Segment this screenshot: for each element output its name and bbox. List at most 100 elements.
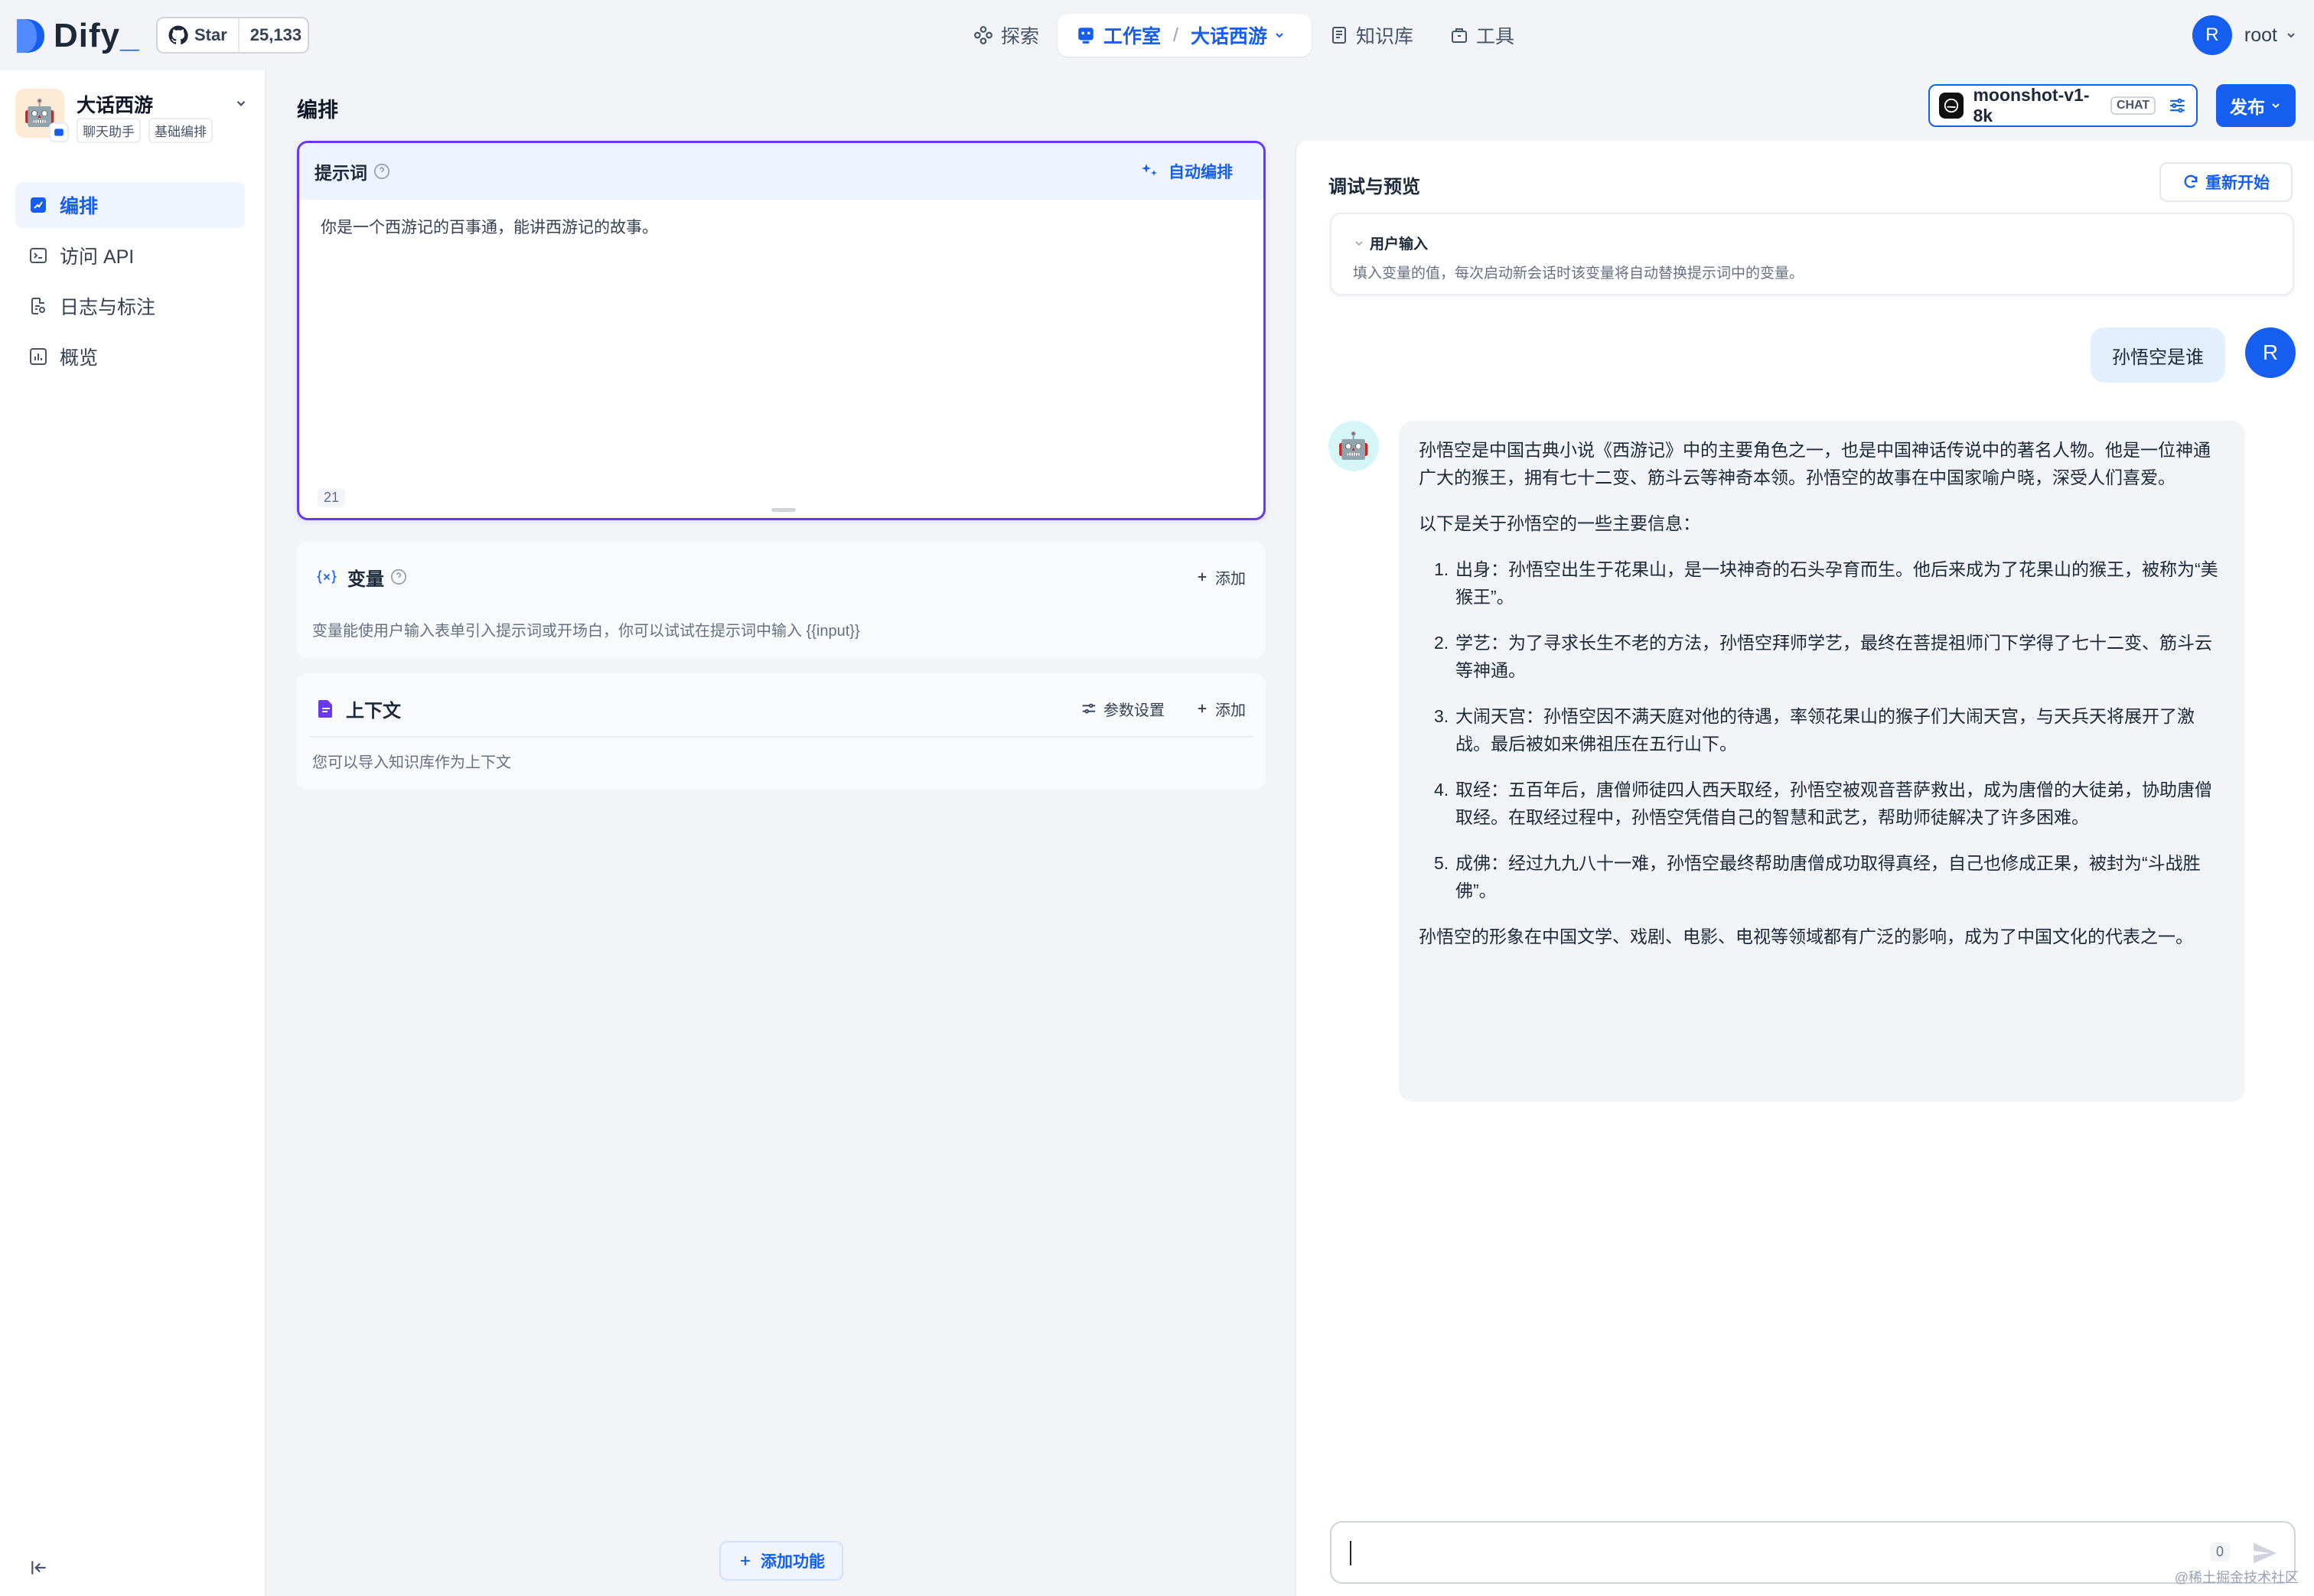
- variable-icon: [317, 570, 337, 584]
- studio-icon: [1078, 28, 1093, 44]
- variables-section: 变量 添加 变量能使用户输入表单引入提示词或开场白，你可以试试在提示词中输入 {…: [297, 542, 1266, 658]
- sliders-icon[interactable]: [2168, 96, 2187, 116]
- nav-explore[interactable]: 探索: [955, 14, 1058, 57]
- add-variable-label: 添加: [1215, 570, 1246, 588]
- sidebar-item-logs[interactable]: 日志与标注: [15, 283, 245, 329]
- settings-sliders-icon: [1082, 703, 1096, 714]
- sidebar-item-overview[interactable]: 概览: [15, 334, 245, 379]
- auto-orchestrate-label: 自动编排: [1168, 164, 1233, 181]
- nav-knowledge[interactable]: 知识库: [1312, 14, 1432, 57]
- nav-explore-label: 探索: [1001, 26, 1040, 47]
- prompt-char-count: 21: [318, 488, 346, 507]
- compass-icon: [974, 26, 992, 44]
- chevron-down-icon[interactable]: [234, 96, 248, 110]
- sidebar-menu: 编排 访问 API 日志与标注 概览: [15, 182, 245, 384]
- app-tags: 聊天助手 基础编排: [77, 118, 220, 143]
- restart-button[interactable]: 重新开始: [2159, 162, 2293, 202]
- prompt-editor-card: 提示词 自动编排 你是一个西游记的百事通，能讲西游记的故事。 21: [297, 141, 1266, 520]
- context-label: 上下文: [346, 700, 401, 721]
- add-feature-label: 添加功能: [761, 1553, 825, 1571]
- sidebar-item-label: 概览: [60, 347, 99, 369]
- answer-list: 1. 出身：孙悟空出生于花果山，是一块神奇的石头孕育而生。他后来成为了花果山的猴王…: [1419, 555, 2225, 904]
- model-mode-badge: CHAT: [2110, 96, 2156, 115]
- add-feature-button[interactable]: 添加功能: [719, 1541, 843, 1581]
- user-avatar[interactable]: R: [2192, 15, 2232, 55]
- sidebar-item-orchestrate[interactable]: 编排: [15, 182, 245, 228]
- top-navigation-bar: Dify_ Star 25,133 探索 工作室 / 大话西游 知识库 工具 R…: [0, 0, 2314, 70]
- app-name: 大话西游: [77, 95, 154, 116]
- chevron-down-icon[interactable]: [2285, 29, 2297, 41]
- assistant-answer-bubble: 孙悟空是中国古典小说《西游记》中的主要角色之一，也是中国神话传说中的著名人物。他…: [1399, 421, 2245, 1102]
- app-mode-tag: 基础编排: [148, 118, 213, 143]
- github-star-label: Star: [194, 25, 227, 44]
- document-icon: [318, 700, 332, 718]
- add-context-button[interactable]: 添加: [1195, 698, 1246, 720]
- prompt-textarea[interactable]: 你是一个西游记的百事通，能讲西游记的故事。: [321, 215, 658, 238]
- robot-icon: 🤖: [1328, 421, 1379, 471]
- context-params-button[interactable]: 参数设置: [1080, 698, 1165, 720]
- help-icon[interactable]: [373, 163, 390, 180]
- plus-icon: [741, 1556, 750, 1565]
- resize-handle[interactable]: [771, 508, 796, 512]
- toolbox-icon: [1452, 28, 1468, 43]
- user-input-title: 用户输入: [1370, 236, 1429, 252]
- list-item: 1. 出身：孙悟空出生于花果山，是一块神奇的石头孕育而生。他后来成为了花果山的猴王…: [1434, 559, 2218, 607]
- context-section: 上下文 参数设置 添加 您可以导入知识库作为上下文: [297, 673, 1266, 790]
- dify-logo[interactable]: Dify_: [15, 17, 140, 55]
- answer-outro: 孙悟空的形象在中国文学、戏剧、电影、电视等领域都有广泛的影响，成为了中国文化的代…: [1419, 927, 2193, 946]
- send-icon[interactable]: [2251, 1539, 2279, 1567]
- nav-current-app[interactable]: 大话西游: [1191, 21, 1267, 49]
- chevron-down-icon[interactable]: [1353, 237, 1365, 249]
- chat-bot-badge-icon: [49, 122, 69, 142]
- auto-orchestrate-button[interactable]: 自动编排: [1141, 160, 1248, 183]
- variables-label: 变量: [347, 568, 384, 590]
- publish-label: 发布: [2230, 97, 2265, 117]
- github-star-count: 25,133: [249, 25, 302, 44]
- help-icon[interactable]: [390, 568, 407, 585]
- context-params-label: 参数设置: [1103, 702, 1165, 719]
- chat-input[interactable]: 0: [1330, 1521, 2296, 1584]
- chart-icon: [30, 348, 47, 365]
- user-avatar: R: [2245, 327, 2296, 378]
- restart-label: 重新开始: [2205, 174, 2270, 192]
- moonshot-logo-icon: [1939, 93, 1964, 119]
- watermark: @稀土掘金技术社区: [2174, 1570, 2299, 1585]
- sidebar-item-label: 编排: [60, 196, 99, 217]
- nav-studio[interactable]: 工作室 / 大话西游: [1058, 14, 1312, 57]
- model-selector-button[interactable]: moonshot-v1-8k CHAT: [1928, 84, 2198, 127]
- list-item: 3. 大闹天宫：孙悟空因不满天庭对他的待遇，率领花果山的猴子们大闹天宫，与天兵天将…: [1434, 706, 2195, 754]
- add-context-label: 添加: [1215, 702, 1246, 719]
- sparkles-icon: [1142, 164, 1157, 176]
- publish-button[interactable]: 发布: [2216, 84, 2296, 127]
- user-question-bubble: 孙悟空是谁: [2091, 327, 2225, 383]
- add-variable-button[interactable]: 添加: [1195, 566, 1246, 588]
- collapse-sidebar-icon[interactable]: [29, 1558, 49, 1578]
- sidebar-item-label: 日志与标注: [60, 297, 156, 318]
- chat-char-count: 0: [2209, 1542, 2230, 1562]
- context-description: 您可以导入知识库作为上下文: [312, 754, 511, 771]
- app-switcher[interactable]: 🤖 大话西游 聊天助手 基础编排: [15, 89, 251, 144]
- divider: [309, 736, 1253, 738]
- user-input-panel[interactable]: 用户输入 填入变量的值，每次启动新会话时该变量将自动替换提示词中的变量。: [1330, 213, 2294, 295]
- plus-icon: [1198, 572, 1207, 581]
- sidebar-item-label: 访问 API: [60, 246, 135, 268]
- user-menu[interactable]: R root: [2192, 15, 2297, 55]
- nav-tools[interactable]: 工具: [1432, 14, 1533, 57]
- debug-preview-panel: 调试与预览 重新开始 用户输入 填入变量的值，每次启动新会话时该变量将自动替换提…: [1295, 141, 2314, 1596]
- page-title: 编排: [297, 99, 338, 122]
- main-nav: 探索 工作室 / 大话西游 知识库 工具: [955, 14, 1533, 57]
- model-name: moonshot-v1-8k: [1973, 85, 2090, 125]
- chevron-down-icon[interactable]: [1273, 29, 1286, 41]
- github-star-widget[interactable]: Star 25,133: [156, 17, 309, 54]
- github-icon: [168, 25, 188, 45]
- sidebar-item-api[interactable]: 访问 API: [15, 233, 245, 278]
- prompt-header: 提示词 自动编排: [299, 143, 1263, 200]
- user-input-description: 填入变量的值，每次启动新会话时该变量将自动替换提示词中的变量。: [1353, 265, 1804, 282]
- orchestrate-icon: [31, 197, 46, 213]
- debug-panel-title: 调试与预览: [1328, 177, 1420, 197]
- app-type-tag: 聊天助手: [77, 118, 141, 143]
- chevron-down-icon: [2272, 103, 2280, 109]
- list-item: 4. 取经：五百年后，唐僧师徒四人西天取经，孙悟空被观音菩萨救出，成为唐僧的大徒弟…: [1434, 780, 2212, 827]
- text-cursor: [1350, 1541, 1351, 1565]
- book-icon: [1332, 27, 1346, 44]
